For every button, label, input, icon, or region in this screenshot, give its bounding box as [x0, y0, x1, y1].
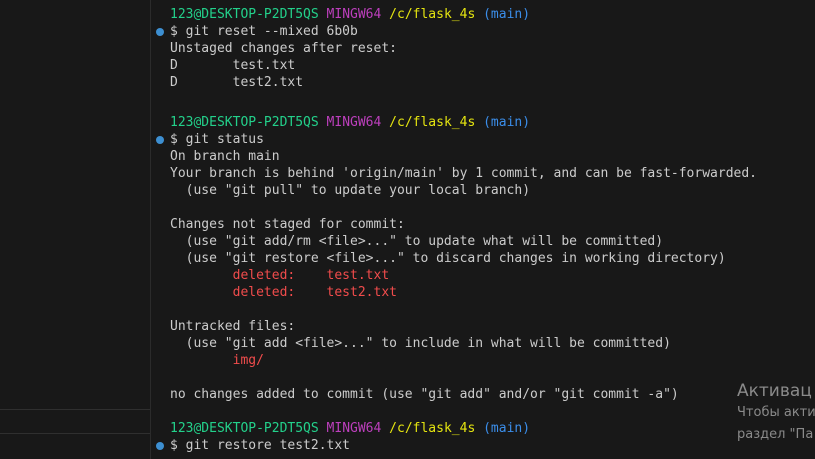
side-panel-divider	[0, 433, 150, 434]
prompt-path: /c/flask_4s	[389, 115, 476, 130]
prompt-branch: (main)	[483, 421, 531, 436]
prompt-line: 123@DESKTOP-P2DT5QS MINGW64 /c/flask_4s …	[170, 420, 530, 437]
output-line: D test2.txt	[170, 75, 304, 90]
output-line: (use "git pull" to update your local bra…	[170, 183, 531, 198]
output-line: (use "git add <file>..." to include in w…	[170, 336, 671, 351]
output-line: (use "git add/rm <file>..." to update wh…	[170, 234, 664, 249]
prompt-branch: (main)	[483, 7, 531, 22]
prompt-user: 123@DESKTOP-P2DT5QS	[170, 421, 319, 436]
deleted-file-line: deleted: test2.txt	[170, 285, 397, 300]
side-panel-divider	[0, 409, 150, 410]
command-line: $ git reset --mixed 6b0b	[170, 24, 358, 39]
terminal[interactable]: 123@DESKTOP-P2DT5QS MINGW64 /c/flask_4s …	[151, 0, 815, 459]
prompt-system: MINGW64	[326, 7, 382, 22]
output-line: no changes added to commit (use "git add…	[170, 387, 679, 402]
command-decoration-icon[interactable]	[156, 136, 164, 144]
output-line: (use "git restore <file>..." to discard …	[170, 251, 726, 266]
command-decoration-icon[interactable]	[156, 28, 164, 36]
prompt-system: MINGW64	[326, 421, 382, 436]
activation-watermark-text: Чтобы акти	[737, 405, 815, 420]
prompt-system: MINGW64	[326, 115, 382, 130]
output-line: Unstaged changes after reset:	[170, 41, 397, 56]
prompt-user: 123@DESKTOP-P2DT5QS	[170, 115, 319, 130]
output-line: Your branch is behind 'origin/main' by 1…	[170, 166, 757, 181]
prompt-line: 123@DESKTOP-P2DT5QS MINGW64 /c/flask_4s …	[170, 6, 530, 23]
command-line: $ git restore test2.txt	[170, 438, 351, 453]
output-line: Untracked files:	[170, 319, 296, 334]
activation-watermark-title: Активац	[737, 381, 812, 401]
output-line: D test.txt	[170, 58, 296, 73]
prompt-path: /c/flask_4s	[389, 421, 476, 436]
output-line: On branch main	[170, 149, 280, 164]
command-line: $ git status	[170, 132, 264, 147]
activation-watermark-text: раздел "Па	[737, 427, 814, 442]
prompt-line: 123@DESKTOP-P2DT5QS MINGW64 /c/flask_4s …	[170, 114, 530, 131]
output-line: Changes not staged for commit:	[170, 217, 405, 232]
side-panel	[0, 0, 151, 459]
command-decoration-icon[interactable]	[156, 442, 164, 450]
prompt-path: /c/flask_4s	[389, 7, 476, 22]
prompt-user: 123@DESKTOP-P2DT5QS	[170, 7, 319, 22]
deleted-file-line: deleted: test.txt	[170, 268, 390, 283]
prompt-branch: (main)	[483, 115, 531, 130]
untracked-file-line: img/	[170, 353, 264, 368]
